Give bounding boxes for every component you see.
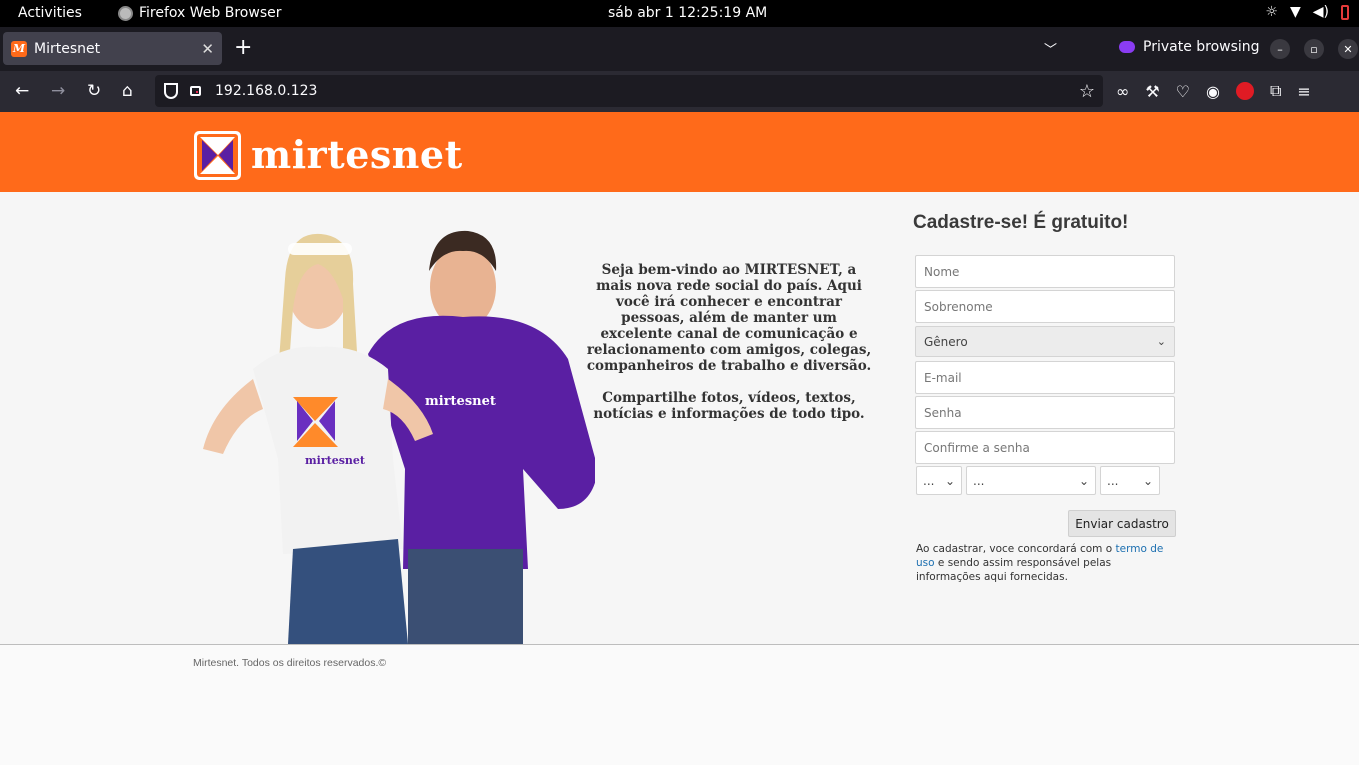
private-browsing-indicator: Private browsing: [1119, 39, 1260, 55]
insecure-lock-icon[interactable]: [190, 86, 201, 96]
system-top-bar: Activities Firefox Web Browser sáb abr 1…: [0, 0, 1359, 27]
main-content: mirtesnet mirtesnet Seja bem-vindo ao MI…: [0, 192, 1359, 644]
navigation-toolbar: ← → ↻ ⌂ 192.168.0.123 ☆ ∞ ⚒ ♡ ◉ ⧉ ≡: [0, 71, 1359, 112]
close-tab-icon[interactable]: ✕: [201, 40, 214, 58]
wifi-icon: ▼: [1289, 4, 1301, 20]
email-field[interactable]: E-mail: [915, 361, 1175, 394]
url-text[interactable]: 192.168.0.123: [215, 83, 1079, 99]
email-placeholder: E-mail: [924, 370, 962, 385]
new-tab-icon[interactable]: +: [234, 35, 252, 60]
nome-placeholder: Nome: [924, 264, 960, 279]
site-logo-text[interactable]: mirtesnet: [251, 132, 463, 177]
activities-button[interactable]: Activities: [18, 5, 82, 21]
private-browsing-label: Private browsing: [1143, 39, 1260, 55]
private-mask-toolbar-icon[interactable]: ∞: [1116, 82, 1129, 101]
tab-mirtesnet[interactable]: M Mirtesnet ✕: [3, 32, 222, 65]
birth-year-value: ...: [1107, 473, 1119, 488]
mirtesnet-favicon: M: [11, 40, 27, 57]
senha-field[interactable]: Senha: [915, 396, 1175, 429]
app-menu[interactable]: Firefox Web Browser: [118, 5, 282, 21]
birth-month-select[interactable]: ... ⌄: [966, 466, 1096, 495]
mirtesnet-logo-icon[interactable]: [194, 131, 241, 180]
submit-signup-button[interactable]: Enviar cadastro: [1068, 510, 1176, 537]
tab-strip: M Mirtesnet ✕ + ﹀ Private browsing – ▫ ✕: [0, 27, 1359, 71]
chevron-down-icon: ⌄: [1078, 473, 1089, 488]
tracking-protection-shield-icon[interactable]: [164, 83, 178, 99]
man-shirt-logo-text: mirtesnet: [425, 394, 496, 409]
app-name: Firefox Web Browser: [139, 5, 282, 21]
url-bar[interactable]: 192.168.0.123 ☆: [155, 75, 1103, 107]
pocket-icon[interactable]: ♡: [1176, 82, 1190, 101]
nome-field[interactable]: Nome: [915, 255, 1175, 288]
reload-icon[interactable]: ↻: [87, 81, 101, 101]
terms-prefix: Ao cadastrar, voce concordará com o: [916, 543, 1116, 555]
sobrenome-field[interactable]: Sobrenome: [915, 290, 1175, 323]
birth-month-value: ...: [973, 473, 985, 488]
battery-icon: [1341, 4, 1349, 20]
system-tray[interactable]: ☼ ▼ ◀): [1265, 4, 1349, 20]
chevron-down-icon: ⌄: [1142, 473, 1153, 488]
birth-day-select[interactable]: ... ⌄: [916, 466, 962, 495]
private-mask-icon: [1119, 41, 1135, 53]
woman-shirt-logo-text: mirtesnet: [305, 454, 366, 467]
home-icon[interactable]: ⌂: [122, 81, 133, 101]
site-header: mirtesnet: [0, 112, 1359, 192]
tab-title: Mirtesnet: [34, 40, 101, 57]
close-window-icon[interactable]: ✕: [1338, 39, 1358, 59]
sobrenome-placeholder: Sobrenome: [924, 299, 993, 314]
welcome-paragraph-2: Compartilhe fotos, vídeos, textos, notíc…: [593, 390, 865, 422]
chevron-down-icon: ⌄: [1156, 335, 1166, 348]
volume-icon: ◀): [1312, 4, 1329, 20]
senha-placeholder: Senha: [924, 405, 962, 420]
menu-hamburger-icon[interactable]: ≡: [1297, 82, 1310, 101]
list-tabs-chevron-icon[interactable]: ﹀: [1044, 39, 1057, 58]
genero-value: Gênero: [924, 334, 968, 349]
extensions-icon[interactable]: ⧉: [1270, 81, 1281, 101]
ublock-icon[interactable]: [1235, 82, 1254, 100]
toolbar-icons: ∞ ⚒ ♡ ◉ ⧉ ≡: [1116, 81, 1311, 101]
bookmark-star-icon[interactable]: ☆: [1079, 81, 1095, 102]
minimize-icon[interactable]: –: [1270, 39, 1290, 59]
forward-icon[interactable]: →: [51, 81, 65, 101]
birth-year-select[interactable]: ... ⌄: [1100, 466, 1160, 495]
firefox-icon: [118, 5, 133, 21]
hero-people-image: mirtesnet mirtesnet: [203, 230, 595, 644]
confirm-password-placeholder: Confirme a senha: [924, 440, 1030, 455]
wrench-icon[interactable]: ⚒: [1145, 82, 1159, 101]
site-footer: Mirtesnet. Todos os direitos reservados.…: [0, 645, 1359, 765]
copyright-text: Mirtesnet. Todos os direitos reservados.…: [193, 657, 387, 669]
welcome-paragraph-1: Seja bem-vindo ao MIRTESNET, a mais nova…: [586, 262, 872, 374]
clock[interactable]: sáb abr 1 12:25:19 AM: [608, 5, 767, 21]
genero-select[interactable]: Gênero ⌄: [915, 326, 1175, 357]
confirm-password-field[interactable]: Confirme a senha: [915, 431, 1175, 464]
chevron-down-icon: ⌄: [944, 473, 955, 488]
back-icon[interactable]: ←: [15, 81, 29, 101]
brightness-icon: ☼: [1265, 4, 1278, 20]
account-icon[interactable]: ◉: [1206, 82, 1220, 101]
birth-day-value: ...: [923, 473, 935, 488]
terms-suffix: e sendo assim responsável pelas informaç…: [916, 557, 1112, 583]
signup-title: Cadastre-se! É gratuito!: [913, 212, 1129, 233]
restore-icon[interactable]: ▫: [1304, 39, 1324, 59]
welcome-text: Seja bem-vindo ao MIRTESNET, a mais nova…: [586, 262, 872, 422]
terms-notice: Ao cadastrar, voce concordará com o term…: [916, 542, 1178, 584]
